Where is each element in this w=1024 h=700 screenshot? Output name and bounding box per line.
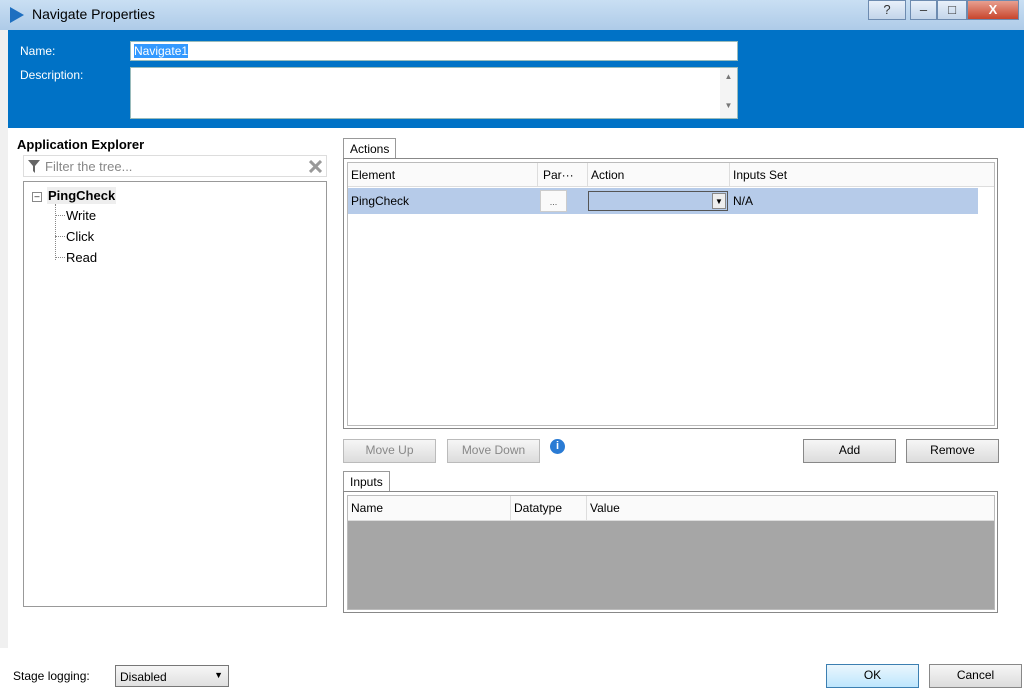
params-button[interactable]: ...: [540, 190, 567, 212]
description-label: Description:: [20, 68, 84, 82]
table-row[interactable]: PingCheck ... ▼ N/A: [348, 188, 978, 214]
tab-inputs[interactable]: Inputs: [343, 471, 390, 492]
chevron-down-icon[interactable]: ▼: [712, 193, 726, 209]
tree-item-click[interactable]: Click: [66, 229, 94, 244]
tab-actions[interactable]: Actions: [343, 138, 397, 159]
column-value[interactable]: Value: [587, 496, 987, 520]
add-button[interactable]: Add: [803, 439, 896, 463]
row-inputs-set: N/A: [733, 194, 754, 208]
cancel-button[interactable]: Cancel: [929, 664, 1022, 688]
window-title: Navigate Properties: [32, 6, 155, 22]
tree-line: [55, 204, 56, 260]
tree-item-write[interactable]: Write: [66, 208, 96, 223]
column-element[interactable]: Element: [348, 163, 538, 187]
collapse-icon[interactable]: –: [32, 192, 42, 202]
tree-item-read[interactable]: Read: [66, 250, 97, 265]
description-input[interactable]: ▲ ▼: [130, 67, 738, 119]
action-dropdown[interactable]: ▼: [588, 191, 728, 211]
move-down-button[interactable]: Move Down: [447, 439, 540, 463]
column-action[interactable]: Action: [588, 163, 730, 187]
filter-input[interactable]: Filter the tree...: [23, 155, 327, 177]
inputs-grid: Name Datatype Value: [343, 491, 998, 613]
explorer-title: Application Explorer: [17, 137, 145, 152]
ok-button[interactable]: OK: [826, 664, 919, 688]
column-params[interactable]: Par···: [540, 163, 588, 187]
tree-item-pingcheck[interactable]: PingCheck: [47, 187, 117, 204]
stage-logging-label: Stage logging:: [13, 669, 90, 683]
info-icon[interactable]: i: [550, 439, 565, 454]
remove-button[interactable]: Remove: [906, 439, 999, 463]
clear-filter-icon[interactable]: [309, 160, 322, 173]
maximize-button[interactable]: □: [937, 0, 967, 20]
minimize-button[interactable]: –: [910, 0, 937, 20]
stage-logging-value: Disabled: [120, 670, 167, 684]
move-up-button[interactable]: Move Up: [343, 439, 436, 463]
filter-icon: [28, 160, 40, 173]
column-datatype[interactable]: Datatype: [511, 496, 587, 520]
actions-grid: Element Par··· Action Inputs Set PingChe…: [343, 158, 998, 429]
stage-logging-dropdown[interactable]: Disabled ▼: [115, 665, 229, 687]
help-button[interactable]: ?: [868, 0, 906, 20]
name-input[interactable]: Navigate1: [130, 41, 738, 61]
row-element: PingCheck: [351, 194, 410, 208]
explorer-tree: – PingCheck Write Click Read: [23, 181, 327, 607]
app-logo-icon: [10, 7, 24, 23]
column-name[interactable]: Name: [348, 496, 511, 520]
close-button[interactable]: X: [967, 0, 1019, 20]
filter-placeholder: Filter the tree...: [45, 159, 133, 174]
name-label: Name:: [20, 44, 56, 58]
chevron-down-icon: ▼: [214, 670, 223, 680]
column-inputs-set[interactable]: Inputs Set: [730, 163, 978, 187]
description-scrollbar[interactable]: ▲ ▼: [720, 68, 737, 118]
name-value: Navigate1: [134, 44, 189, 58]
